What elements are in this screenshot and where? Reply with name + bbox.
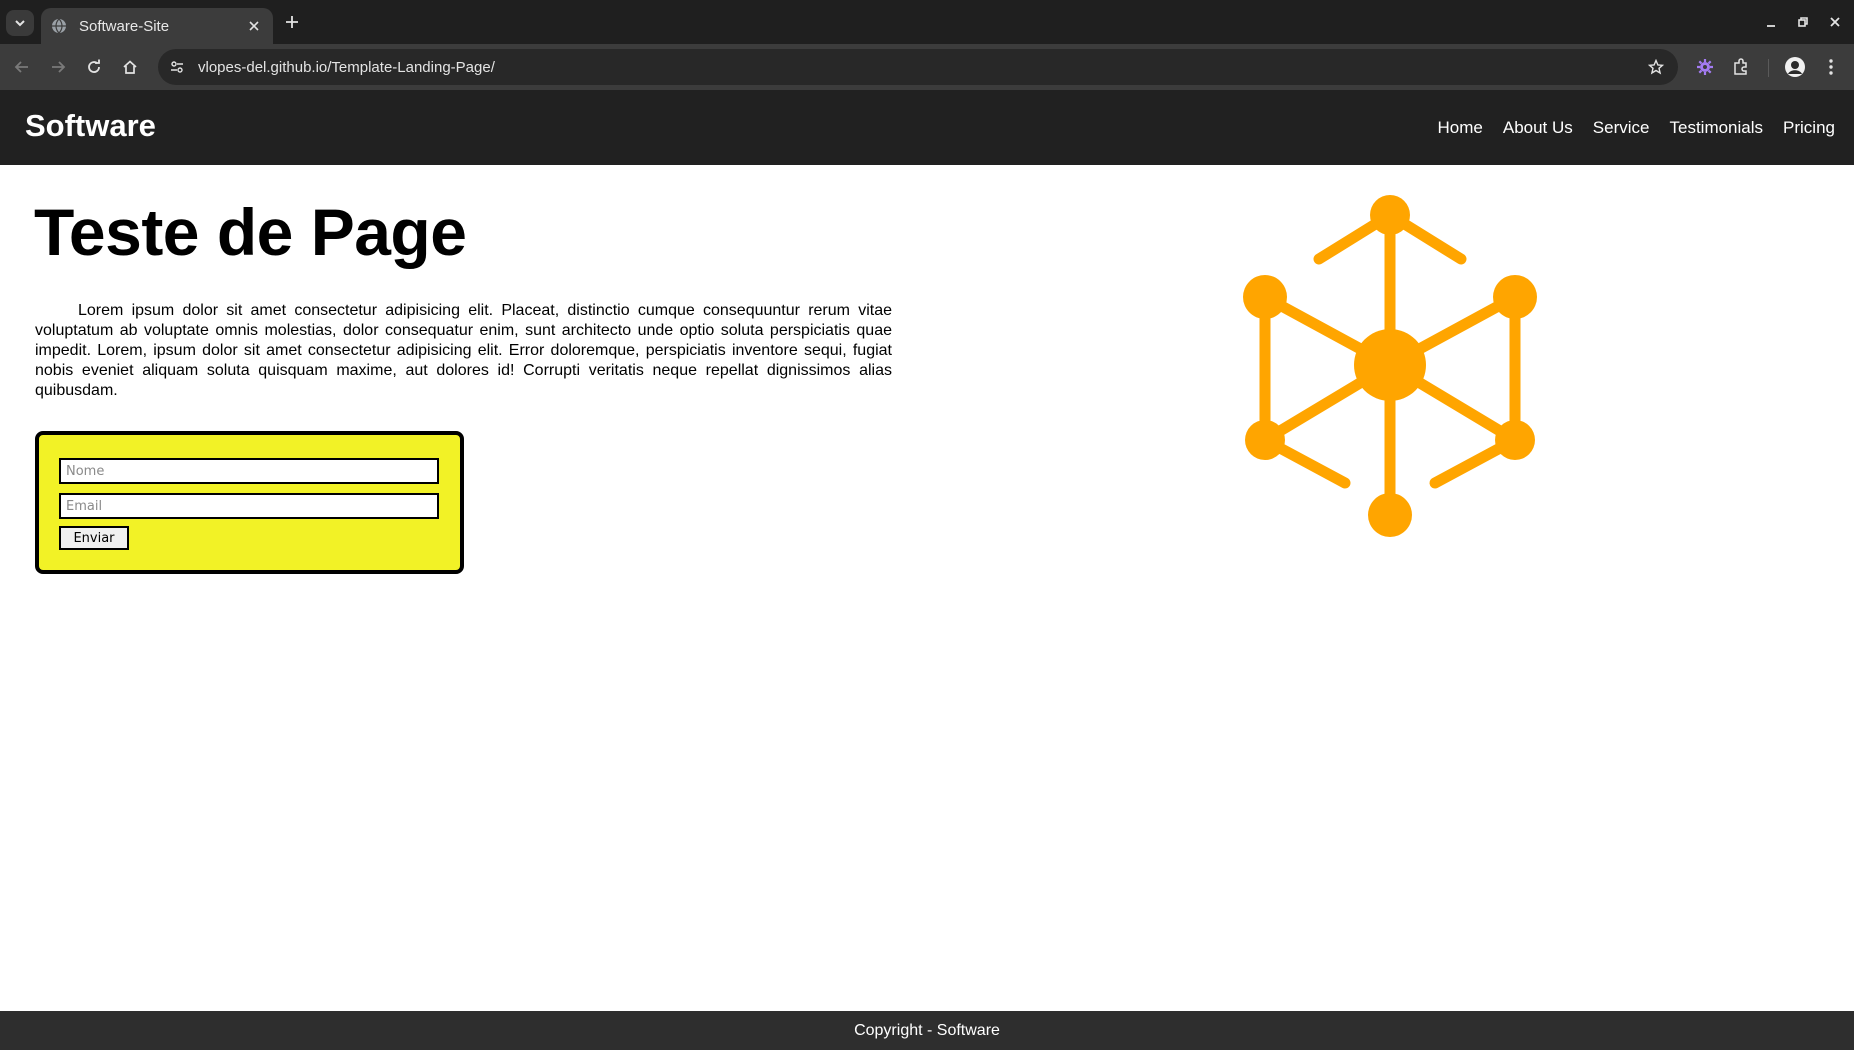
email-input[interactable]: [59, 493, 439, 519]
browser-tab-strip: Software-Site: [0, 0, 1854, 44]
tab-list-button[interactable]: [6, 10, 34, 36]
nav-pricing-link[interactable]: Pricing: [1783, 118, 1835, 138]
puzzle-icon[interactable]: [1727, 53, 1755, 81]
home-icon[interactable]: [116, 53, 144, 81]
submit-button[interactable]: Enviar: [59, 526, 129, 550]
active-tab[interactable]: Software-Site: [41, 8, 273, 44]
reload-icon[interactable]: [80, 53, 108, 81]
globe-icon: [51, 18, 67, 34]
main-nav: Home About Us Service Testimonials Prici…: [1438, 118, 1836, 138]
site-info-icon[interactable]: [164, 54, 190, 80]
name-input[interactable]: [59, 458, 439, 484]
more-menu-icon[interactable]: [1817, 53, 1845, 81]
tab-title: Software-Site: [79, 17, 170, 35]
site-header: Software Home About Us Service Testimoni…: [0, 90, 1854, 165]
site-footer: Copyright - Software: [0, 1011, 1854, 1050]
extension-gear-icon[interactable]: [1691, 53, 1719, 81]
copyright-text: Copyright - Software: [854, 1021, 1000, 1039]
back-icon[interactable]: [8, 53, 36, 81]
minimize-icon[interactable]: [1761, 12, 1781, 32]
hero-paragraph: Lorem ipsum dolor sit amet consectetur a…: [35, 302, 892, 399]
nav-home-link[interactable]: Home: [1438, 118, 1483, 138]
nav-testimonials-link[interactable]: Testimonials: [1669, 118, 1763, 138]
hero-title: Teste de Page: [34, 195, 467, 269]
nav-about-link[interactable]: About Us: [1503, 118, 1573, 138]
close-icon[interactable]: [245, 17, 263, 35]
browser-toolbar: vlopes-del.github.io/Template-Landing-Pa…: [0, 44, 1854, 90]
toolbar-divider: [1768, 59, 1769, 77]
restore-icon[interactable]: [1793, 12, 1813, 32]
profile-avatar[interactable]: [1781, 53, 1809, 81]
chevron-down-icon: [15, 20, 25, 27]
address-bar[interactable]: vlopes-del.github.io/Template-Landing-Pa…: [158, 49, 1678, 85]
network-cube-logo-icon: [1243, 195, 1537, 537]
plus-icon[interactable]: [282, 12, 302, 32]
nav-service-link[interactable]: Service: [1593, 118, 1650, 138]
forward-icon[interactable]: [44, 53, 72, 81]
close-window-icon[interactable]: [1825, 12, 1845, 32]
signup-form: Enviar: [35, 431, 464, 574]
url-text: vlopes-del.github.io/Template-Landing-Pa…: [198, 58, 495, 76]
star-icon[interactable]: [1642, 53, 1670, 81]
site-brand[interactable]: Software: [25, 108, 156, 144]
